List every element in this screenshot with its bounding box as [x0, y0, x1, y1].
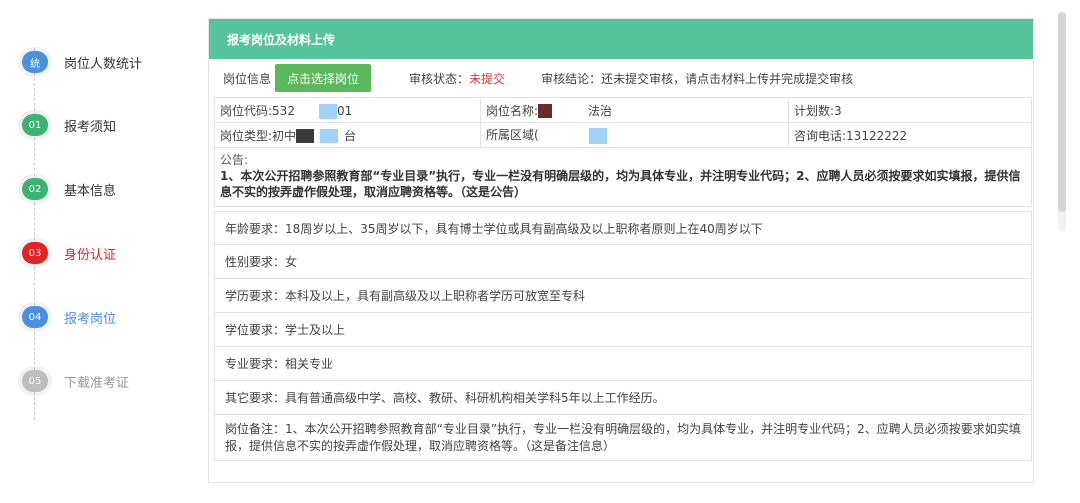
- step-apply-position[interactable]: 04 报考岗位: [22, 304, 116, 330]
- redaction-block: [538, 104, 553, 118]
- review-conclusion: 审核结论：还未提交审核，请点击材料上传并完成提交审核: [541, 71, 854, 86]
- redaction-block: [320, 129, 339, 143]
- position-name-suffix: 法治: [588, 103, 613, 118]
- position-code-suffix: 01: [336, 103, 353, 118]
- area-label: 所属区域(: [486, 128, 539, 143]
- position-info-label: 岗位信息: [223, 71, 272, 86]
- step-badge: 01: [22, 114, 48, 136]
- step-identity-auth[interactable]: 03 身份认证: [22, 240, 116, 266]
- step-label: 报考岗位: [64, 311, 117, 327]
- redaction-block: [318, 103, 337, 119]
- position-name-label: 岗位名称:: [486, 103, 539, 118]
- position-remark: 岗位备注：1、本次公开招聘参照教育部“专业目录”执行，专业一栏没有明确层级的，均…: [214, 415, 1032, 461]
- step-download-ticket[interactable]: 05 下载准考证: [22, 368, 129, 394]
- area-cell: 所属区域(: [480, 122, 789, 148]
- step-badge: 02: [22, 178, 48, 200]
- select-position-button[interactable]: 点击选择岗位: [275, 64, 372, 92]
- degree-requirement: 学位要求：学士及以上: [214, 313, 1032, 347]
- step-basic-info[interactable]: 02 基本信息: [22, 176, 116, 202]
- position-code-label: 岗位代码:532: [220, 103, 295, 118]
- step-position-stats[interactable]: 统 岗位人数统计: [22, 49, 142, 75]
- announcement: 公告: 1、本次公开招聘参照教育部“专业目录”执行，专业一栏没有明确层级的，均为…: [214, 148, 1032, 207]
- position-info-table: 岗位代码:532 01 岗位名称: 法治 计划数:3 岗位类型:初中 台 所属区域( …: [214, 97, 1032, 148]
- step-rail: [34, 48, 35, 420]
- step-label: 基本信息: [64, 183, 117, 199]
- step-badge: 统: [22, 51, 48, 73]
- panel-title: 报考岗位及材料上传: [209, 19, 1033, 59]
- step-label: 岗位人数统计: [64, 56, 143, 72]
- requirements-list: 年龄要求：18周岁以上、35周岁以下，具有博士学位或具有副高级及以上职称者原则上…: [214, 211, 1032, 461]
- table-row: 岗位类型:初中 台 所属区域( 咨询电话:13122222: [214, 122, 1032, 148]
- announcement-title: 公告:: [220, 153, 249, 167]
- position-name-cell: 岗位名称: 法治: [480, 97, 789, 123]
- position-code-cell: 岗位代码:532 01: [214, 97, 481, 123]
- announcement-body: 1、本次公开招聘参照教育部“专业目录”执行，专业一栏没有明确层级的，均为具体专业…: [220, 169, 1021, 199]
- major-requirement: 专业要求：相关专业: [214, 347, 1032, 381]
- scrollbar-thumb[interactable]: [1058, 12, 1066, 212]
- status-bar: 岗位信息 点击选择岗位 审核状态： 未提交 审核结论：还未提交审核，请点击材料上…: [209, 59, 1033, 97]
- scrollbar[interactable]: [1058, 12, 1066, 232]
- redaction-block: [296, 129, 315, 143]
- step-badge: 03: [22, 242, 48, 264]
- step-label: 身份认证: [64, 247, 117, 263]
- age-requirement: 年龄要求：18周岁以上、35周岁以下，具有博士学位或具有副高级及以上职称者原则上…: [214, 211, 1032, 245]
- redaction-block: [588, 127, 607, 144]
- step-badge: 05: [22, 370, 48, 392]
- step-badge: 04: [22, 306, 48, 328]
- gender-requirement: 性别要求：女: [214, 245, 1032, 279]
- position-type-label: 岗位类型:初中: [220, 128, 297, 143]
- position-panel: 报考岗位及材料上传 岗位信息 点击选择岗位 审核状态： 未提交 审核结论：还未提…: [208, 18, 1034, 483]
- step-label: 下载准考证: [64, 375, 130, 391]
- review-status-label: 审核状态：: [409, 71, 470, 86]
- step-sidebar: 统 岗位人数统计 01 报考须知 02 基本信息 03 身份认证 04 报考岗位…: [0, 0, 200, 503]
- education-requirement: 学历要求：本科及以上，具有副高级及以上职称者学历可放宽至专科: [214, 279, 1032, 313]
- position-type-suffix: 台: [344, 128, 357, 143]
- step-exam-notice[interactable]: 01 报考须知: [22, 112, 116, 138]
- review-status-value: 未提交: [469, 71, 506, 86]
- phone-cell: 咨询电话:13122222: [788, 122, 1032, 148]
- other-requirement: 其它要求：具有普通高级中学、高校、教研、科研机构相关学科5年以上工作经历。: [214, 381, 1032, 415]
- plan-count-cell: 计划数:3: [788, 97, 1032, 123]
- step-label: 报考须知: [64, 119, 117, 135]
- position-type-cell: 岗位类型:初中 台: [214, 122, 481, 148]
- table-row: 岗位代码:532 01 岗位名称: 法治 计划数:3: [214, 97, 1032, 123]
